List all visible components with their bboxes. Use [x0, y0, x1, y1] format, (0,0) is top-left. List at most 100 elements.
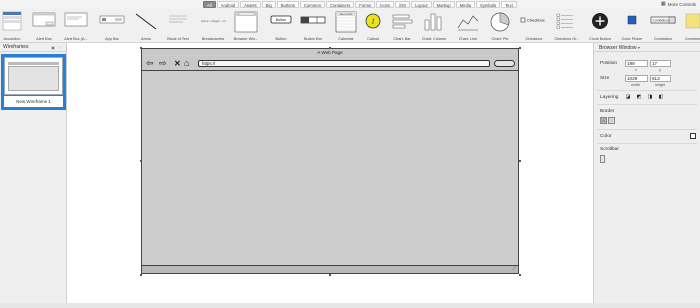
library-item-chart-line[interactable]: Chart: Line: [452, 9, 484, 43]
library-item-label: Button Bar: [304, 37, 322, 41]
library-item-chart-bar[interactable]: Chart: Bar: [386, 9, 418, 43]
wireframes-title: Wireframes: [3, 44, 29, 50]
button-bar-icon: [300, 11, 326, 31]
library-item-color-picker[interactable]: Color Picker: [616, 9, 648, 43]
more-controls-button[interactable]: ▦ More Controls: [661, 1, 696, 8]
library-item-label: Block of Text: [167, 37, 189, 41]
selection-handle[interactable]: [140, 47, 142, 49]
border-rough-icon[interactable]: ◌: [608, 117, 615, 124]
filter-tab-common[interactable]: Common: [299, 1, 325, 8]
selection-handle[interactable]: [519, 160, 521, 162]
filter-tab-markup[interactable]: Markup: [432, 1, 455, 8]
selection-handle[interactable]: [329, 274, 331, 276]
selection-handle[interactable]: [329, 47, 331, 49]
width-input[interactable]: 1029: [625, 75, 648, 82]
library-item-circle-button[interactable]: Circle Button: [584, 9, 616, 43]
svg-text:March 2019: March 2019: [340, 13, 352, 16]
filter-tab-big[interactable]: Big: [261, 1, 276, 8]
send-backward-icon[interactable]: ◨: [647, 94, 653, 100]
wireframe-name[interactable]: New Wireframe 1: [4, 96, 63, 107]
grid-icon: ▦: [661, 1, 666, 7]
border-solid-icon[interactable]: ▢: [600, 117, 607, 124]
bring-forward-icon[interactable]: ◩: [636, 94, 642, 100]
chevron-down-icon[interactable]: ▾: [638, 45, 640, 50]
filter-tab-layout[interactable]: Layout: [411, 1, 432, 8]
library-item-label: Arrow: [141, 37, 151, 41]
browser-title: A Web Page: [142, 49, 518, 56]
selection-handle[interactable]: [519, 274, 521, 276]
library-item-comment[interactable]: Comment: [677, 9, 700, 43]
library-item-breadcrumbs[interactable]: Home > Pages > Current Breadcrumbs: [197, 9, 232, 43]
filter-tab-text[interactable]: Text: [501, 1, 517, 8]
filter-tab-media[interactable]: Media: [455, 1, 476, 8]
svg-text:Home > Pages > Current: Home > Pages > Current: [201, 19, 226, 23]
library-item-callout[interactable]: 1 Callout: [357, 9, 389, 43]
library-item-alert-box-android[interactable]: Alert Box (A...: [60, 9, 92, 43]
chart-column-icon: [422, 11, 446, 33]
chart-line-icon: [456, 11, 480, 33]
library-item-block-of-text[interactable]: Block of Text: [162, 9, 194, 43]
filter-tab-ios[interactable]: iOS: [395, 1, 411, 8]
library-item-label: Chart: Line: [458, 37, 478, 41]
properties-title: Browser Window: [599, 45, 637, 51]
library-item-label: Circle Button: [589, 37, 611, 41]
filter-tab-forms[interactable]: Forms: [355, 1, 376, 8]
library-item-checkbox-group[interactable]: Checkbox Gr...: [551, 9, 583, 43]
color-swatch[interactable]: [690, 133, 696, 139]
height-caption: height: [655, 83, 666, 87]
library-item-combobox[interactable]: Combobox Combobox: [647, 9, 679, 43]
library-item-app-bar[interactable]: App Bar: [96, 9, 128, 43]
more-controls-label: More Controls: [667, 2, 696, 7]
canvas[interactable]: A Web Page ⇦ ⇨ ✕ ⌂ https:// ⟋: [68, 43, 593, 308]
close-icon: ✕: [174, 59, 181, 68]
library-item-button-bar[interactable]: Button Bar: [297, 9, 329, 43]
filter-tab-all[interactable]: All: [203, 1, 216, 8]
filter-tab-icons[interactable]: Icons: [376, 1, 395, 8]
filter-bar: All Android Assets Big Buttons Common Containe…: [0, 0, 700, 9]
selection-handle[interactable]: [140, 160, 142, 162]
scrollbar-label: Scrollbar: [600, 147, 619, 152]
library-item-label: Alert Box: [36, 37, 52, 41]
library-item-label: App Bar: [105, 37, 119, 41]
filter-tab-containers[interactable]: Containers: [325, 1, 355, 8]
filter-tab-assets[interactable]: Assets: [240, 1, 261, 8]
border-label: Border: [600, 109, 615, 114]
selection-handle[interactable]: [140, 274, 142, 276]
browser-window-icon: [234, 11, 258, 35]
color-picker-icon: [624, 11, 640, 31]
browser-window-mockup[interactable]: A Web Page ⇦ ⇨ ✕ ⌂ https:// ⟋: [141, 48, 519, 274]
library-item-alert-box[interactable]: Alert Box: [28, 9, 60, 43]
library-item-checkbox[interactable]: Checkbox Checkbox: [518, 9, 550, 43]
scrollbar-toggle-icon[interactable]: [600, 155, 605, 163]
width-caption: width: [631, 83, 640, 87]
chart-bar-icon: [390, 11, 414, 33]
wireframe-card[interactable]: New Wireframe 1: [1, 54, 66, 110]
y-caption: y: [659, 68, 661, 72]
library-item-label: Callout: [367, 37, 379, 41]
app-window: All Android Assets Big Buttons Common Containe…: [0, 0, 700, 308]
bring-to-front-icon[interactable]: ◪: [625, 94, 631, 100]
panel-options-icon[interactable]: ▣ ⋮: [51, 43, 63, 51]
position-y-input[interactable]: 17: [650, 60, 671, 67]
library-item-chart-column[interactable]: Chart: Column: [418, 9, 450, 43]
block-of-text-icon: [167, 11, 189, 31]
library-item-label: Calendar: [338, 37, 354, 41]
alert-box-icon: [32, 11, 56, 29]
height-input[interactable]: 613: [650, 75, 671, 82]
library-item-accordion[interactable]: Accordion: [0, 9, 28, 43]
send-to-back-icon[interactable]: ◧: [658, 94, 664, 100]
library-item-chart-pie[interactable]: Chart: Pie: [484, 9, 516, 43]
filter-tab-android[interactable]: Android: [216, 1, 240, 8]
library-item-label: Browser Win...: [233, 37, 259, 41]
selection-handle[interactable]: [519, 47, 521, 49]
position-x-input[interactable]: 199: [625, 60, 648, 67]
library-item-browser-window[interactable]: Browser Win...: [230, 9, 262, 43]
library-item-button[interactable]: Button Button: [265, 9, 297, 43]
library-item-label: Color Picker: [621, 37, 643, 41]
filter-tab-buttons[interactable]: Buttons: [276, 1, 299, 8]
home-icon: ⌂: [184, 58, 190, 68]
app-bar-icon: [99, 11, 125, 29]
url-field: https://: [198, 60, 490, 67]
library-item-arrow[interactable]: Arrow: [130, 9, 162, 43]
filter-tab-symbols[interactable]: Symbols: [476, 1, 501, 8]
